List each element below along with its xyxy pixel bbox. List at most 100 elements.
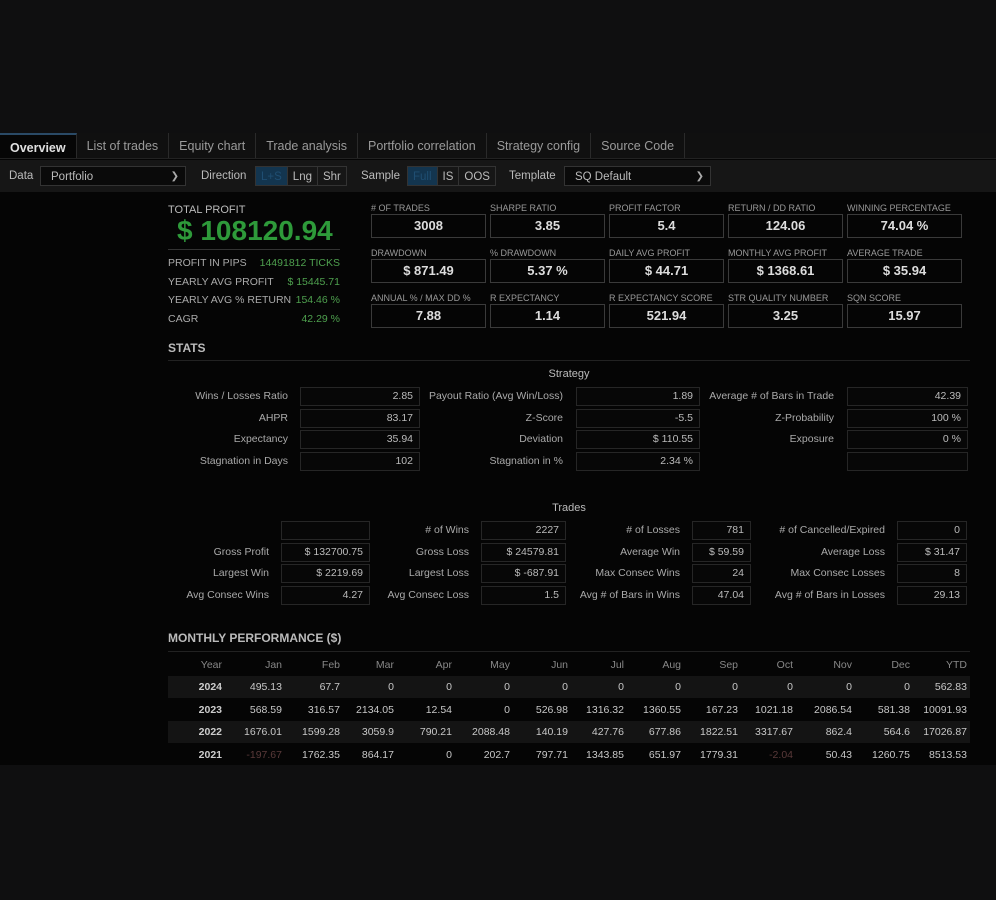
month-cell: 167.23 bbox=[705, 703, 738, 716]
direction-option-shr[interactable]: Shr bbox=[318, 167, 346, 185]
month-cell: Jul bbox=[610, 659, 624, 671]
month-cell: 202.7 bbox=[483, 748, 510, 761]
month-cell: 12.54 bbox=[425, 703, 452, 716]
month-cell: 1779.31 bbox=[700, 748, 738, 761]
stats-title: STATS bbox=[168, 341, 206, 355]
template-select[interactable]: SQ Default ❯ bbox=[564, 166, 711, 186]
strategy-label: Stagnation in Days bbox=[199, 454, 288, 467]
month-cell: 1343.85 bbox=[586, 748, 624, 761]
strategy-label: Wins / Losses Ratio bbox=[195, 390, 288, 402]
monthly-row: 2023 568.59 316.57 2134.05 12.54 0 526.98 1316.… bbox=[168, 699, 970, 721]
month-cell: 1260.75 bbox=[872, 748, 910, 761]
trades-label: Avg Consec Wins bbox=[186, 588, 269, 601]
chevron-down-icon: ❯ bbox=[170, 171, 179, 182]
month-cell: 862.4 bbox=[825, 726, 852, 739]
month-cell: Nov bbox=[833, 659, 852, 671]
strategy-label: Average # of Bars in Trade bbox=[709, 390, 834, 402]
month-cell: Feb bbox=[321, 659, 340, 671]
tab-equity-chart[interactable]: Equity chart bbox=[169, 133, 257, 158]
month-cell: 2086.54 bbox=[814, 703, 852, 716]
sample-option-full[interactable]: Full bbox=[408, 167, 438, 185]
metric-value: 3008 bbox=[371, 214, 486, 238]
tab-trade-analysis[interactable]: Trade analysis bbox=[256, 133, 359, 158]
strategy-value: 83.17 bbox=[300, 408, 420, 428]
template-label: Template bbox=[509, 170, 556, 182]
trades-value: 8 bbox=[897, 564, 967, 584]
month-cell: 526.98 bbox=[535, 703, 568, 716]
metric-value: 521.94 bbox=[609, 304, 724, 328]
metric-value: 5.4 bbox=[609, 214, 724, 238]
strategy-value: 1.89 bbox=[576, 387, 700, 406]
metric-label: MONTHLY AVG PROFIT bbox=[728, 248, 828, 258]
month-cell: Jun bbox=[551, 659, 568, 671]
month-cell: 3317.67 bbox=[755, 726, 793, 739]
trades-label: # of Wins bbox=[425, 524, 469, 536]
data-select-value: Portfolio bbox=[51, 171, 94, 183]
data-select[interactable]: Portfolio ❯ bbox=[40, 166, 186, 186]
monthly-row: 2021 -197.67 1762.35 864.17 0 202.7 797.71 1343… bbox=[168, 744, 970, 766]
metric-value: 3.85 bbox=[490, 214, 605, 238]
trades-value: $ -687.91 bbox=[481, 564, 566, 584]
month-cell: 0 bbox=[787, 681, 793, 693]
direction-option-lng[interactable]: Lng bbox=[288, 167, 318, 185]
direction-option-l+s[interactable]: L+S bbox=[256, 167, 288, 185]
direction-label: Direction bbox=[201, 170, 247, 182]
monthly-header-row: Year Jan Feb Mar Apr May Jun Jul Aug Sep Oct Nov Dec… bbox=[168, 654, 970, 676]
strategy-value: 102 bbox=[300, 451, 420, 471]
strategy-label: Stagnation in % bbox=[489, 454, 563, 467]
summary-row: PROFIT IN PIPS 14491812 TICKS bbox=[168, 257, 340, 269]
month-cell: 2024 bbox=[198, 681, 222, 693]
trades-value: 2227 bbox=[481, 521, 566, 540]
metric-value: 124.06 bbox=[728, 214, 843, 238]
template-select-value: SQ Default bbox=[575, 171, 632, 183]
total-profit-value: $ 108120.94 bbox=[177, 215, 333, 246]
trades-label: # of Cancelled/Expired bbox=[779, 524, 885, 536]
tab-bar: Overview List of trades Equity chart Trade … bbox=[0, 133, 996, 159]
trades-title: Trades bbox=[552, 502, 586, 514]
month-cell: 1676.01 bbox=[244, 726, 282, 739]
tab-overview[interactable]: Overview bbox=[0, 133, 77, 158]
month-cell: YTD bbox=[946, 659, 967, 671]
trades-value: 24 bbox=[692, 564, 751, 584]
metric-value: 5.37 % bbox=[490, 259, 605, 283]
strategy-label: Payout Ratio (Avg Win/Loss) bbox=[428, 390, 563, 402]
month-cell: 1316.32 bbox=[586, 703, 624, 716]
month-cell: 50.43 bbox=[825, 748, 852, 761]
trades-label: # of Losses bbox=[626, 524, 680, 536]
tab-list-of-trades[interactable]: List of trades bbox=[77, 133, 170, 158]
tab-portfolio-correlation[interactable]: Portfolio correlation bbox=[358, 133, 487, 158]
month-cell: Year bbox=[200, 659, 222, 671]
trades-label: Largest Win bbox=[212, 567, 269, 580]
month-cell: 495.13 bbox=[249, 681, 282, 693]
month-cell: 1822.51 bbox=[700, 726, 738, 739]
metric-label: R EXPECTANCY bbox=[490, 293, 560, 303]
strategy-label: Z-Score bbox=[525, 411, 563, 424]
month-cell: 0 bbox=[732, 681, 738, 693]
sample-option-is[interactable]: IS bbox=[438, 167, 460, 185]
trades-value: 29.13 bbox=[897, 585, 967, 605]
sample-segment: Full IS OOS bbox=[407, 166, 496, 186]
trades-value: $ 132700.75 bbox=[281, 542, 370, 562]
summary-value: $ 15445.71 bbox=[287, 275, 340, 288]
tab-strategy-config[interactable]: Strategy config bbox=[487, 133, 592, 158]
metric-value: $ 871.49 bbox=[371, 259, 486, 283]
month-cell: 677.86 bbox=[648, 726, 681, 739]
sample-option-oos[interactable]: OOS bbox=[459, 167, 495, 185]
month-cell: 140.19 bbox=[535, 726, 568, 739]
trades-label: Max Consec Wins bbox=[595, 567, 680, 580]
summary-value: 14491812 TICKS bbox=[259, 257, 340, 269]
summary-row: YEARLY AVG % RETURN 154.46 % bbox=[168, 294, 340, 306]
month-cell: 427.76 bbox=[591, 726, 624, 739]
tab-source-code[interactable]: Source Code bbox=[591, 133, 686, 158]
metric-value: 15.97 bbox=[847, 304, 962, 328]
month-cell: 1021.18 bbox=[755, 703, 793, 716]
month-cell: 581.38 bbox=[877, 703, 910, 716]
month-cell: 797.71 bbox=[535, 748, 568, 761]
metric-label: DRAWDOWN bbox=[371, 248, 427, 258]
monthly-row: 2022 1676.01 1599.28 3059.9 790.21 2088.48 140… bbox=[168, 721, 970, 744]
trades-label: Largest Loss bbox=[408, 567, 469, 580]
month-cell: 1360.55 bbox=[643, 703, 681, 716]
month-cell: 568.59 bbox=[249, 703, 282, 716]
metric-value: 3.25 bbox=[728, 304, 843, 328]
month-cell: 1599.28 bbox=[302, 726, 340, 739]
